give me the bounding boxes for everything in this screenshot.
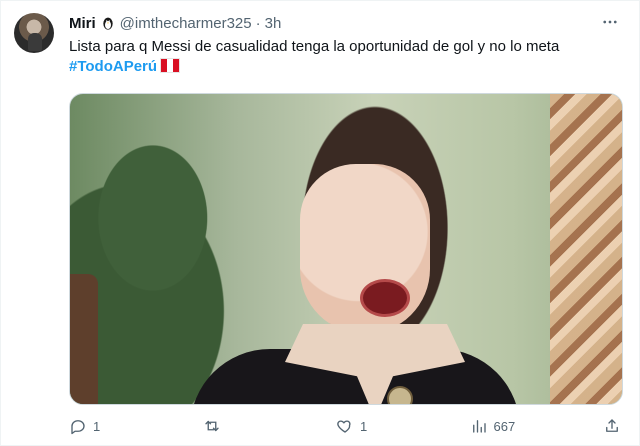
media-mouth [360, 279, 410, 317]
tweet-actions: 1 1 667 [69, 413, 621, 439]
reply-button[interactable]: 1 [69, 417, 149, 435]
user-handle[interactable]: @imthecharmer325 [120, 15, 252, 32]
views-button[interactable]: 667 [470, 417, 550, 435]
views-icon [470, 417, 488, 435]
heart-icon [336, 417, 354, 435]
reply-count: 1 [93, 418, 101, 434]
share-icon [603, 417, 621, 435]
media-left-figure [70, 274, 98, 404]
tweet-header: Miri @imthecharmer325 · 3h [69, 13, 281, 33]
tweet-card[interactable]: Miri @imthecharmer325 · 3h Lista para q … [0, 0, 640, 446]
avatar[interactable] [14, 13, 54, 53]
like-count: 1 [360, 418, 368, 434]
media-pendant [387, 386, 413, 404]
hashtag-line: #TodoAPerú [69, 57, 629, 77]
retweet-button[interactable] [203, 417, 283, 435]
hashtag-link[interactable]: #TodoAPerú [69, 58, 157, 75]
media-right-figure [550, 94, 622, 404]
views-count: 667 [493, 418, 516, 434]
more-icon[interactable] [601, 13, 619, 36]
tweet-body: Lista para q Messi de casualidad tenga l… [69, 38, 560, 55]
header-separator: · [255, 14, 261, 32]
reply-icon [69, 417, 87, 435]
tweet-media-image[interactable] [69, 93, 623, 405]
tweet-text: Lista para q Messi de casualidad tenga l… [69, 37, 629, 77]
like-button[interactable]: 1 [336, 417, 416, 435]
share-button[interactable] [603, 417, 621, 435]
tweet-time[interactable]: 3h [265, 15, 282, 32]
peru-flag-icon [160, 58, 181, 73]
retweet-icon [203, 417, 221, 435]
display-name[interactable]: Miri [69, 15, 96, 32]
penguin-icon [100, 15, 116, 31]
